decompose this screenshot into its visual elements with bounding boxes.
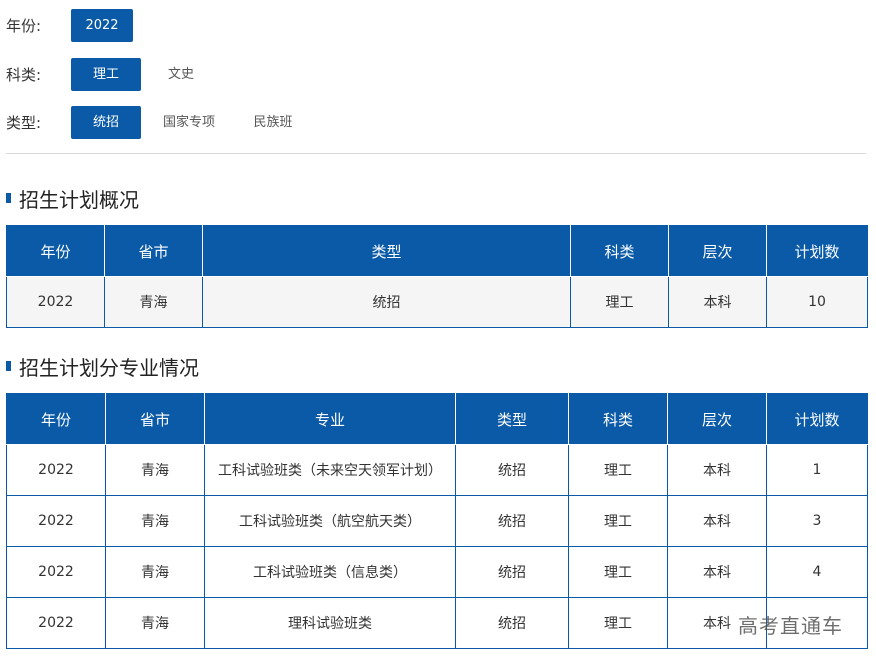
overview-header-plan-count: 计划数	[766, 225, 868, 277]
overview-header-level: 层次	[668, 225, 767, 277]
overview-header-province: 省市	[104, 225, 203, 277]
cell-level: 本科	[667, 444, 767, 496]
filter-option-type-national-special[interactable]: 国家专项	[152, 106, 226, 139]
cell-type: 统招	[455, 546, 569, 598]
cell-year: 2022	[6, 597, 106, 649]
filter-label-type: 类型:	[6, 114, 42, 132]
cell-level: 本科	[668, 276, 767, 328]
by-major-header-plan-count: 计划数	[766, 393, 868, 445]
cell-subject: 理工	[568, 597, 668, 649]
filter-row-type: 类型: 统招 国家专项 民族班	[0, 106, 876, 140]
by-major-title-text: 招生计划分专业情况	[19, 355, 199, 380]
by-major-header-province: 省市	[105, 393, 205, 445]
cell-plan-count: 1	[766, 444, 868, 496]
cell-subject: 理工	[570, 276, 669, 328]
filter-label-year: 年份:	[6, 17, 42, 35]
overview-header-year: 年份	[6, 225, 105, 277]
cell-province: 青海	[105, 495, 205, 547]
by-major-header-year: 年份	[6, 393, 106, 445]
table-row: 2022 青海 统招 理工 本科 10	[6, 276, 868, 328]
filter-option-subject-science[interactable]: 理工	[71, 58, 141, 91]
cell-type: 统招	[202, 276, 571, 328]
cell-plan-count: 3	[766, 495, 868, 547]
by-major-header-level: 层次	[667, 393, 767, 445]
overview-title-text: 招生计划概况	[19, 187, 139, 212]
overview-section-title: 招生计划概况	[6, 183, 139, 213]
cell-province: 青海	[105, 597, 205, 649]
table-row: 2022 青海 工科试验班类（未来空天领军计划） 统招 理工 本科 1	[6, 444, 868, 496]
cell-plan-count: 4	[766, 546, 868, 598]
filter-option-type-ethnic-class[interactable]: 民族班	[242, 106, 304, 139]
cell-level: 本科	[667, 546, 767, 598]
cell-plan-count: 10	[766, 276, 868, 328]
divider	[6, 153, 866, 154]
filter-row-year: 年份: 2022	[0, 9, 876, 43]
filter-option-type-general[interactable]: 统招	[71, 106, 141, 139]
by-major-header-major: 专业	[204, 393, 456, 445]
cell-subject: 理工	[568, 546, 668, 598]
cell-year: 2022	[6, 444, 106, 496]
cell-year: 2022	[6, 546, 106, 598]
overview-table: 年份 省市 类型 科类 层次 计划数 2022 青海 统招 理工 本科 10	[6, 225, 868, 328]
cell-year: 2022	[6, 276, 105, 328]
overview-header-type: 类型	[202, 225, 571, 277]
cell-province: 青海	[105, 546, 205, 598]
section-marker-icon	[6, 193, 11, 203]
filter-option-year-2022[interactable]: 2022	[71, 9, 133, 42]
cell-type: 统招	[455, 597, 569, 649]
overview-header-row: 年份 省市 类型 科类 层次 计划数	[6, 225, 868, 277]
filter-row-subject: 科类: 理工 文史	[0, 58, 876, 92]
section-marker-icon	[6, 361, 11, 371]
table-row: 2022 青海 工科试验班类（信息类） 统招 理工 本科 4	[6, 546, 868, 598]
cell-type: 统招	[455, 444, 569, 496]
cell-type: 统招	[455, 495, 569, 547]
cell-level: 本科	[667, 495, 767, 547]
by-major-header-row: 年份 省市 专业 类型 科类 层次 计划数	[6, 393, 868, 445]
cell-major: 工科试验班类（航空航天类）	[204, 495, 456, 547]
by-major-header-subject: 科类	[568, 393, 668, 445]
cell-province: 青海	[104, 276, 203, 328]
cell-major: 工科试验班类（信息类）	[204, 546, 456, 598]
cell-province: 青海	[105, 444, 205, 496]
cell-major: 理科试验班类	[204, 597, 456, 649]
overview-header-subject: 科类	[570, 225, 669, 277]
filter-option-subject-arts[interactable]: 文史	[150, 58, 212, 91]
by-major-header-type: 类型	[455, 393, 569, 445]
watermark: 高考直通车	[738, 614, 843, 638]
table-row: 2022 青海 工科试验班类（航空航天类） 统招 理工 本科 3	[6, 495, 868, 547]
filter-label-subject: 科类:	[6, 66, 42, 84]
cell-year: 2022	[6, 495, 106, 547]
cell-subject: 理工	[568, 495, 668, 547]
cell-major: 工科试验班类（未来空天领军计划）	[204, 444, 456, 496]
by-major-section-title: 招生计划分专业情况	[6, 351, 199, 381]
cell-subject: 理工	[568, 444, 668, 496]
